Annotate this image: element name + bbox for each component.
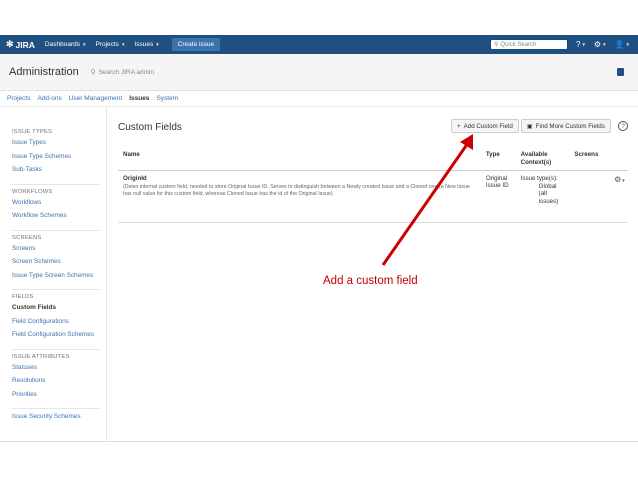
column-header-name: Name [123,151,140,158]
help-icon: ? [576,40,581,49]
sidebar-item-sub-tasks[interactable]: Sub-Tasks [12,166,100,174]
cell-screens [574,175,614,222]
sidebar-heading: FIELDS [12,294,34,300]
sidebar-item-issue-types[interactable]: Issue Types [12,139,100,147]
sidebar-item-field-configurations[interactable]: Field Configurations [12,318,100,326]
sidebar-item-custom-fields[interactable]: Custom Fields [12,304,100,312]
jira-app-window: ✻ JIRA Dashboards ▼ Projects ▼ Issues ▼ … [0,0,638,442]
notification-icon[interactable] [617,68,624,76]
admin-tabs: Projects Add-ons User Management Issues … [0,91,638,107]
column-header-operations [614,147,628,170]
sidebar-item-workflows[interactable]: Workflows [12,199,100,207]
annotation-label: Add a custom field [323,275,418,287]
sidebar-item-issue-type-screen-schemes[interactable]: Issue Type Screen Schemes [12,272,100,280]
admin-search-placeholder: Search JIRA admin [98,68,155,76]
top-navigation-bar: ✻ JIRA Dashboards ▼ Projects ▼ Issues ▼ … [0,35,638,54]
avatar-icon: 👤 [614,40,625,49]
nav-right-group: ⚲ Quick Search ? ▼ ⚙ ▼ 👤 ▼ [490,39,638,50]
sidebar-section-fields: FIELDS Custom Fields Field Configuration… [12,294,100,350]
cell-context: Issue type(s): Global (all issues) [521,175,575,222]
cell-type: Original Issue ID [485,175,509,189]
sidebar-heading: ISSUE TYPES [12,129,53,135]
admin-search-input[interactable]: ⚲ Search JIRA admin [90,68,155,77]
gear-icon: ⚙ [593,40,602,49]
chevron-down-icon: ▼ [625,42,630,47]
sidebar-section-issue-types: ISSUE TYPES Issue Types Issue Type Schem… [12,129,100,185]
help-menu[interactable]: ? ▼ [576,40,586,49]
sidebar-heading: ISSUE ATTRIBUTES [12,353,70,360]
sidebar-section-workflows: WORKFLOWS Workflows Workflow Schemes [12,189,100,231]
nav-projects-label: Projects [95,41,119,48]
chevron-down-icon: ▼ [581,42,586,47]
nav-issues-label: Issues [134,41,154,48]
page-title: Administration [9,66,79,78]
find-more-custom-fields-button[interactable]: ▣ Find More Custom Fields [520,119,611,133]
tab-projects[interactable]: Projects [7,95,30,102]
sidebar-section-screens: SCREENS Screens Screen Schemes Issue Typ… [12,234,100,290]
sidebar-heading: WORKFLOWS [12,188,53,195]
nav-dashboards-label: Dashboards [44,41,80,48]
sidebar-item-screens[interactable]: Screens [12,245,100,253]
marketplace-icon: ▣ [526,122,533,130]
context-line: Issue type(s): [520,175,558,182]
column-header-screens: Screens [574,151,599,158]
jira-logo-text: JIRA [15,39,35,50]
field-name: OriginId [123,175,147,182]
sidebar-item-statuses[interactable]: Statuses [12,364,100,372]
quick-search-placeholder: Quick Search [500,41,537,48]
chevron-down-icon: ▼ [155,42,160,47]
nav-projects[interactable]: Projects ▼ [95,41,125,48]
sidebar-item-field-configuration-schemes[interactable]: Field Configuration Schemes [12,331,100,339]
sidebar-item-workflow-schemes[interactable]: Workflow Schemes [12,212,100,220]
sidebar-item-resolutions[interactable]: Resolutions [12,377,100,385]
plus-icon: + [457,122,461,130]
sidebar-section-issue-attributes: ISSUE ATTRIBUTES Statuses Resolutions Pr… [12,353,100,409]
search-icon: ⚲ [90,69,96,76]
tab-add-ons[interactable]: Add-ons [37,95,61,102]
tab-issues[interactable]: Issues [129,95,149,102]
chevron-down-icon: ▼ [602,42,607,47]
sidebar-item-issue-security-schemes[interactable]: Issue Security Schemes [12,413,100,421]
context-line: issues) [538,197,559,205]
nav-issues[interactable]: Issues ▼ [134,41,159,48]
page-actions: + Add Custom Field ▣ Find More Custom Fi… [451,119,611,133]
sidebar-item-issue-type-schemes[interactable]: Issue Type Schemes [12,153,100,161]
table-header: Name Type Available Context(s) Screens [118,147,628,171]
chevron-down-icon: ▼ [120,42,126,47]
jira-logo-icon: ✻ [6,39,14,49]
custom-fields-table: Name Type Available Context(s) Screens O… [118,147,628,223]
context-line: Global [538,182,557,190]
chevron-down-icon: ▼ [621,178,626,183]
sidebar-item-priorities[interactable]: Priorities [12,391,100,399]
custom-fields-title: Custom Fields [118,122,182,133]
column-header-type: Type [485,151,500,158]
help-icon[interactable]: ? [618,121,628,131]
context-line: (all [538,190,547,198]
cell-name: OriginId (Deiso internal custom field, n… [118,175,486,222]
create-issue-button[interactable]: Create issue [171,38,221,51]
quick-search-input[interactable]: ⚲ Quick Search [490,39,568,50]
sidebar-heading: SCREENS [12,234,42,241]
search-icon: ⚲ [494,42,499,48]
jira-logo[interactable]: ✻ JIRA [6,39,35,50]
user-menu[interactable]: 👤 ▼ [615,40,630,49]
sidebar-section-security: Issue Security Schemes [12,413,100,431]
table-row: OriginId (Deiso internal custom field, n… [118,171,628,223]
admin-sidebar: ISSUE TYPES Issue Types Issue Type Schem… [0,107,105,441]
chevron-down-icon: ▼ [81,42,87,47]
sidebar-item-screen-schemes[interactable]: Screen Schemes [12,258,100,266]
nav-dashboards[interactable]: Dashboards ▼ [45,41,87,48]
tab-user-management[interactable]: User Management [69,95,122,102]
find-more-label: Find More Custom Fields [535,122,605,130]
field-description: (Deiso internal custom field, needed to … [123,184,470,197]
tab-system[interactable]: System [156,95,178,102]
add-custom-field-label: Add Custom Field [463,122,513,130]
column-header-context: Available Context(s) [520,151,552,166]
add-custom-field-button[interactable]: + Add Custom Field [451,119,519,133]
row-actions-menu[interactable]: ⚙▼ [614,175,628,222]
admin-header: Administration ⚲ Search JIRA admin [0,54,638,91]
admin-menu[interactable]: ⚙ ▼ [594,40,607,49]
